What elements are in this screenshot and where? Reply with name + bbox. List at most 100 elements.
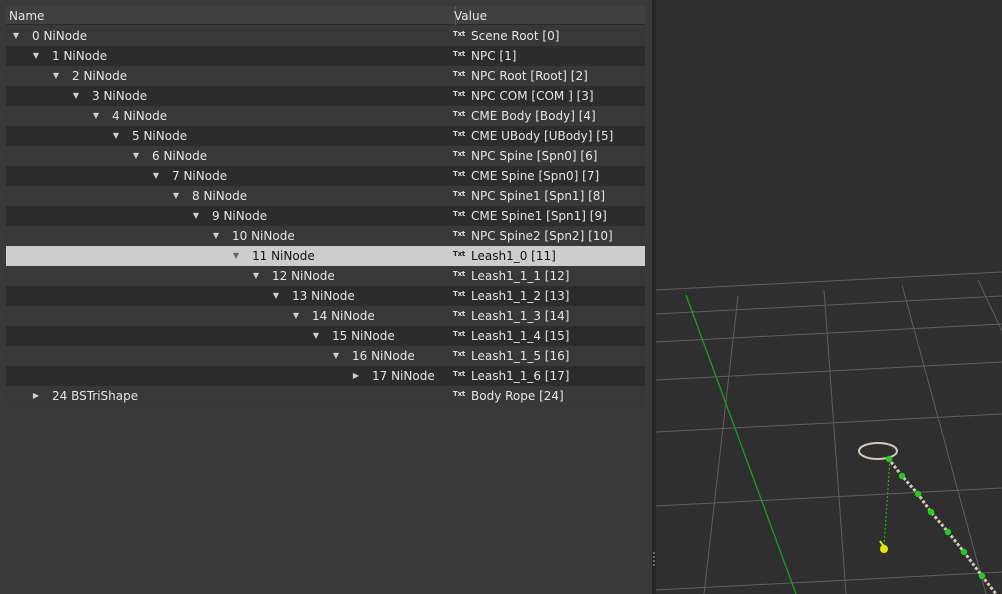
node-value[interactable]: NPC Spine [Spn0] [6] bbox=[471, 146, 597, 166]
collapse-arrow-icon[interactable]: ▼ bbox=[190, 206, 202, 226]
tree-row[interactable]: ▼ 10 NiNode Txt NPC Spine2 [Spn2] [10] bbox=[6, 226, 645, 246]
collapse-arrow-icon[interactable]: ▼ bbox=[50, 66, 62, 86]
collapse-arrow-icon[interactable]: ▼ bbox=[110, 126, 122, 146]
collapse-arrow-icon[interactable]: ▼ bbox=[150, 166, 162, 186]
collapse-arrow-icon[interactable]: ▼ bbox=[230, 246, 242, 266]
expand-arrow-icon[interactable]: ▶ bbox=[350, 366, 362, 386]
collapse-arrow-icon[interactable]: ▼ bbox=[210, 226, 222, 246]
grid-line bbox=[823, 289, 847, 594]
node-value[interactable]: Leash1_1_4 [15] bbox=[471, 326, 569, 346]
viewport-scene[interactable] bbox=[656, 0, 1002, 594]
node-name: 11 NiNode bbox=[252, 249, 315, 263]
tree-row[interactable]: ▼ 0 NiNode Txt Scene Root [0] bbox=[6, 26, 645, 46]
ground-grid bbox=[656, 271, 1002, 594]
node-value[interactable]: CME Spine [Spn0] [7] bbox=[471, 166, 599, 186]
leash-node-dot[interactable] bbox=[914, 490, 922, 498]
tree-row[interactable]: ▼ 7 NiNode Txt CME Spine [Spn0] [7] bbox=[6, 166, 645, 186]
tree-row[interactable]: ▼ 3 NiNode Txt NPC COM [COM ] [3] bbox=[6, 86, 645, 106]
grid-line bbox=[656, 487, 1002, 507]
tree-row[interactable]: ▼ 15 NiNode Txt Leash1_1_4 [15] bbox=[6, 326, 645, 346]
node-value[interactable]: NPC Spine2 [Spn2] [10] bbox=[471, 226, 613, 246]
green-axis-line bbox=[685, 294, 797, 594]
node-value[interactable]: CME UBody [UBody] [5] bbox=[471, 126, 613, 146]
node-value[interactable]: NPC Root [Root] [2] bbox=[471, 66, 588, 86]
grid-line bbox=[703, 295, 739, 594]
grid-line bbox=[656, 295, 1002, 315]
text-type-icon: Txt bbox=[453, 50, 466, 58]
tree-row[interactable]: ▶ 24 BSTriShape Txt Body Rope [24] bbox=[6, 386, 645, 406]
leash-node-dot[interactable] bbox=[960, 548, 968, 556]
leash-node-dot[interactable] bbox=[978, 572, 986, 580]
leash-rope[interactable] bbox=[886, 457, 998, 594]
text-type-icon: Txt bbox=[453, 290, 466, 298]
node-value[interactable]: Scene Root [0] bbox=[471, 26, 559, 46]
leash-node-dot[interactable] bbox=[944, 528, 952, 536]
expand-arrow-icon[interactable]: ▶ bbox=[30, 386, 42, 406]
tree-row[interactable]: ▼ 14 NiNode Txt Leash1_1_3 [14] bbox=[6, 306, 645, 326]
tree-row[interactable]: ▼ 8 NiNode Txt NPC Spine1 [Spn1] [8] bbox=[6, 186, 645, 206]
collapse-arrow-icon[interactable]: ▼ bbox=[270, 286, 282, 306]
3d-viewport[interactable] bbox=[656, 0, 1002, 594]
collapse-arrow-icon[interactable]: ▼ bbox=[10, 26, 22, 46]
leash-loop[interactable] bbox=[858, 442, 898, 460]
grid-line bbox=[977, 279, 1002, 333]
collapse-arrow-icon[interactable]: ▼ bbox=[330, 346, 342, 366]
node-value[interactable]: NPC [1] bbox=[471, 46, 516, 66]
collapse-arrow-icon[interactable]: ▼ bbox=[130, 146, 142, 166]
tree-row[interactable]: ▼ 4 NiNode Txt CME Body [Body] [4] bbox=[6, 106, 645, 126]
tree-row[interactable]: ▼ 1 NiNode Txt NPC [1] bbox=[6, 46, 645, 66]
text-type-icon: Txt bbox=[453, 250, 466, 258]
node-value[interactable]: Leash1_1_5 [16] bbox=[471, 346, 569, 366]
node-name: 3 NiNode bbox=[92, 89, 148, 103]
tree-row[interactable]: ▼ 12 NiNode Txt Leash1_1_1 [12] bbox=[6, 266, 645, 286]
text-type-icon: Txt bbox=[453, 210, 466, 218]
tree-row[interactable]: ▼ 2 NiNode Txt NPC Root [Root] [2] bbox=[6, 66, 645, 86]
tree-row[interactable]: ▼ 11 NiNode Txt Leash1_0 [11] bbox=[6, 246, 645, 266]
node-value[interactable]: Leash1_1_2 [13] bbox=[471, 286, 569, 306]
collapse-arrow-icon[interactable]: ▼ bbox=[310, 326, 322, 346]
node-tree-panel: Name Value ▼ 0 NiNode Txt Scene Root [0] ▼ 1 … bbox=[0, 0, 652, 594]
value-column-header[interactable]: Value bbox=[454, 9, 487, 23]
node-value[interactable]: NPC Spine1 [Spn1] [8] bbox=[471, 186, 605, 206]
tree-row[interactable]: ▼ 13 NiNode Txt Leash1_1_2 [13] bbox=[6, 286, 645, 306]
node-value[interactable]: Leash1_1_1 [12] bbox=[471, 266, 569, 286]
tree-row[interactable]: ▼ 16 NiNode Txt Leash1_1_5 [16] bbox=[6, 346, 645, 366]
node-value[interactable]: Leash1_0 [11] bbox=[471, 246, 556, 266]
leash-node-dot[interactable] bbox=[898, 472, 906, 480]
node-name: 12 NiNode bbox=[272, 269, 335, 283]
node-name: 2 NiNode bbox=[72, 69, 128, 83]
node-name: 9 NiNode bbox=[212, 209, 268, 223]
collapse-arrow-icon[interactable]: ▼ bbox=[70, 86, 82, 106]
node-value[interactable]: Body Rope [24] bbox=[471, 386, 564, 406]
splitter-grip-dot bbox=[653, 552, 655, 554]
collapse-arrow-icon[interactable]: ▼ bbox=[90, 106, 102, 126]
name-column-header[interactable]: Name bbox=[9, 9, 44, 23]
grid-line bbox=[656, 571, 1002, 591]
node-name: 1 NiNode bbox=[52, 49, 108, 63]
node-value[interactable]: Leash1_1_3 [14] bbox=[471, 306, 569, 326]
leash-node-dot[interactable] bbox=[885, 455, 893, 463]
collapse-arrow-icon[interactable]: ▼ bbox=[170, 186, 182, 206]
collapse-arrow-icon[interactable]: ▼ bbox=[30, 46, 42, 66]
splitter-grip-dot bbox=[653, 560, 655, 562]
collapse-arrow-icon[interactable]: ▼ bbox=[290, 306, 302, 326]
node-name: 14 NiNode bbox=[312, 309, 375, 323]
splitter-grip-dot bbox=[653, 564, 655, 566]
tree-row[interactable]: ▶ 17 NiNode Txt Leash1_1_6 [17] bbox=[6, 366, 645, 386]
node-value[interactable]: CME Body [Body] [4] bbox=[471, 106, 596, 126]
node-name: 10 NiNode bbox=[232, 229, 295, 243]
node-value[interactable]: CME Spine1 [Spn1] [9] bbox=[471, 206, 607, 226]
tree-row[interactable]: ▼ 9 NiNode Txt CME Spine1 [Spn1] [9] bbox=[6, 206, 645, 226]
splitter-grip-dot bbox=[653, 556, 655, 558]
collapse-arrow-icon[interactable]: ▼ bbox=[250, 266, 262, 286]
node-value[interactable]: Leash1_1_6 [17] bbox=[471, 366, 569, 386]
leash-node-dot[interactable] bbox=[927, 508, 935, 516]
node-value[interactable]: NPC COM [COM ] [3] bbox=[471, 86, 594, 106]
tree-row[interactable]: ▼ 6 NiNode Txt NPC Spine [Spn0] [6] bbox=[6, 146, 645, 166]
text-type-icon: Txt bbox=[453, 30, 466, 38]
text-type-icon: Txt bbox=[453, 390, 466, 398]
text-type-icon: Txt bbox=[453, 330, 466, 338]
node-name: 24 BSTriShape bbox=[52, 389, 139, 403]
text-type-icon: Txt bbox=[453, 370, 466, 378]
tree-row[interactable]: ▼ 5 NiNode Txt CME UBody [UBody] [5] bbox=[6, 126, 645, 146]
